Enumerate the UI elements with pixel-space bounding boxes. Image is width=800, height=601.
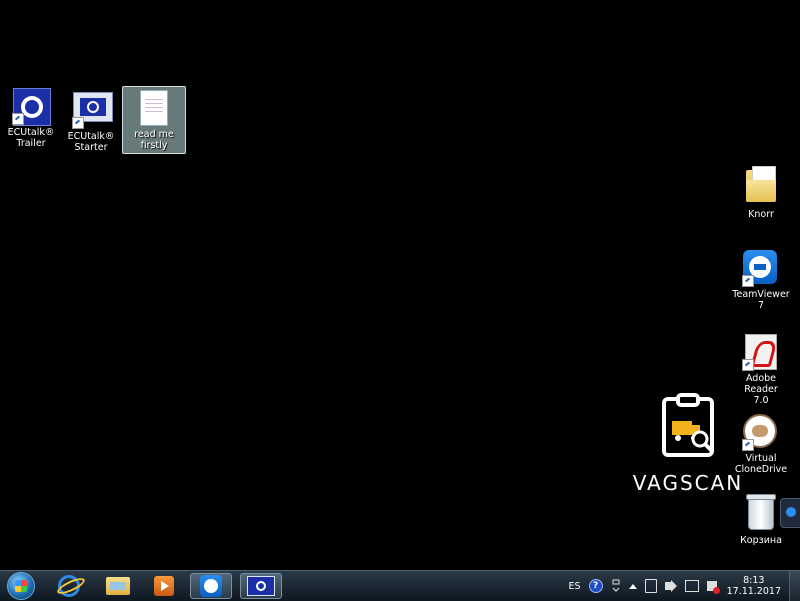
desktop-icon-label: Корзина [740, 535, 782, 546]
taskbar-media-player[interactable] [143, 573, 185, 599]
clock[interactable]: 8:13 17.11.2017 [727, 575, 781, 597]
desktop-icon-label: read me firstly [134, 129, 174, 151]
internet-explorer-icon [58, 575, 80, 597]
start-button[interactable] [3, 571, 39, 601]
clock-time: 8:13 [743, 575, 765, 586]
media-player-icon [154, 576, 174, 596]
network-icon[interactable] [684, 580, 699, 592]
taskbar-internet-explorer[interactable] [48, 573, 90, 599]
clipboard-truck-search-icon [662, 393, 714, 457]
vagscan-watermark: VAGSCAN [628, 393, 748, 495]
action-center-flag-icon[interactable] [706, 581, 720, 594]
desktop-icon-ecutalk-trailer[interactable]: ECUtalk® Trailer [0, 88, 62, 149]
clock-date: 17.11.2017 [726, 586, 781, 597]
sheep-icon [742, 414, 779, 451]
show-hidden-icons-button[interactable] [628, 583, 637, 589]
desktop-icon-teamviewer[interactable]: TeamViewer 7 [730, 250, 792, 311]
show-desktop-button[interactable] [789, 571, 800, 601]
teamviewer-icon [742, 250, 779, 287]
desktop-icon-label: ECUtalk® Trailer [7, 127, 55, 149]
teamviewer-icon [200, 575, 222, 597]
desktop-icon-label: ECUtalk® Starter [67, 131, 115, 153]
text-document-icon [136, 90, 172, 126]
knorr-bremse-icon [72, 92, 113, 129]
shortcut-arrow-icon [742, 359, 754, 371]
desktop-icon-label: Knorr [748, 209, 774, 220]
help-icon[interactable]: ? [588, 579, 603, 593]
shortcut-arrow-icon [12, 113, 24, 125]
desktop-icon-read-me-firstly[interactable]: read me firstly [122, 86, 186, 154]
desktop-icon-ecutalk-starter[interactable]: ECUtalk® Starter [60, 88, 122, 153]
teamviewer-side-panel-tab[interactable] [780, 498, 800, 528]
system-tray: ES ? 8:13 17.11.2017 [565, 571, 800, 601]
desktop-icon-knorr-folder[interactable]: Knorr [730, 166, 792, 220]
recycle-bin-icon [743, 494, 779, 532]
chevron-up-icon [628, 583, 637, 589]
taskbar-ecutalk[interactable] [240, 573, 282, 599]
knorr-bremse-icon [12, 88, 51, 126]
desktop-icon-label: TeamViewer 7 [732, 289, 790, 311]
battery-icon[interactable] [644, 579, 657, 593]
folder-icon [106, 577, 130, 595]
watermark-text: VAGSCAN [632, 471, 744, 495]
taskbar-windows-explorer[interactable] [97, 573, 139, 599]
language-indicator[interactable]: ES [569, 581, 581, 592]
shortcut-arrow-icon [742, 275, 754, 287]
knorr-bremse-icon [247, 576, 275, 596]
taskbar-teamviewer[interactable] [190, 573, 232, 599]
volume-icon[interactable] [664, 580, 677, 592]
input-settings-icon[interactable] [611, 579, 621, 593]
shortcut-arrow-icon [72, 117, 84, 129]
adobe-reader-icon [742, 334, 779, 371]
windows-orb-icon [7, 572, 35, 600]
folder-icon [743, 166, 779, 206]
taskbar: ES ? 8:13 17.11.2017 [0, 570, 800, 601]
